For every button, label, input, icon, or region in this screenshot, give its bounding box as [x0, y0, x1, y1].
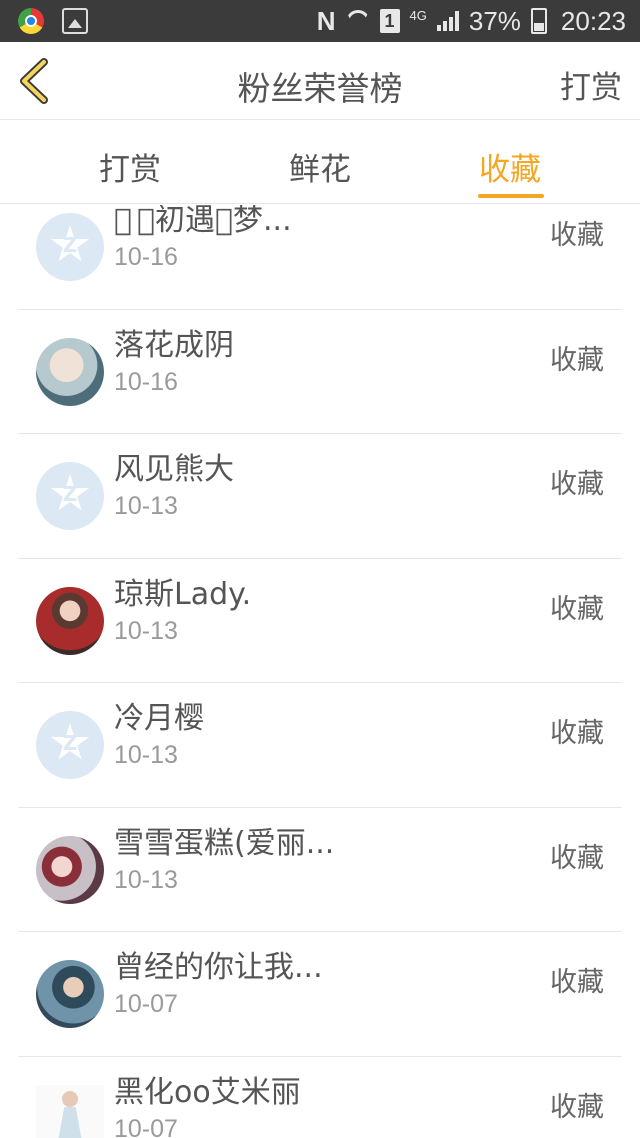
- gallery-icon: [62, 8, 88, 34]
- avatar: [36, 337, 104, 406]
- fan-list[interactable]:    初遇 梦... 10-16 收藏 落花成阴 10-16 收藏 风见熊大 1…: [0, 205, 640, 1138]
- date: 10-13: [114, 616, 178, 645]
- avatar: [36, 960, 104, 1028]
- user-name: 落花成阴: [114, 327, 234, 363]
- chrome-icon: [18, 8, 44, 34]
- avatar: [36, 586, 104, 655]
- user-name: 雪雪蛋糕(爱丽...: [114, 825, 335, 861]
- list-item[interactable]:    初遇 梦... 10-16 收藏: [18, 205, 622, 310]
- reward-button[interactable]: 打赏: [560, 62, 622, 107]
- favorite-label: 收藏: [550, 593, 604, 625]
- list-item[interactable]: 琼斯Lady. 10-13 收藏: [18, 559, 622, 683]
- user-name: 琼斯Lady.: [114, 576, 252, 612]
- battery-percent: 37%: [468, 5, 521, 36]
- list-item[interactable]: 冷月樱 10-13 收藏: [18, 683, 622, 808]
- list-item[interactable]: 黑化oo艾米丽 10-07 收藏: [18, 1057, 622, 1138]
- user-name:    初遇 梦...: [114, 205, 292, 238]
- clock: 20:23: [560, 5, 626, 36]
- avatar: [36, 1084, 104, 1138]
- status-indicators: N 1 4G 37% 20:23: [317, 0, 626, 42]
- sim-icon: 1: [379, 9, 400, 33]
- tab-reward[interactable]: 打赏: [70, 144, 190, 189]
- favorite-label: 收藏: [550, 967, 604, 998]
- list-item[interactable]: 曾经的你让我... 10-07 收藏: [18, 932, 622, 1057]
- favorite-label: 收藏: [550, 842, 604, 874]
- date: 10-07: [114, 990, 178, 1018]
- favorite-label: 收藏: [550, 469, 604, 500]
- page-title: 粉丝荣誉榜: [237, 69, 403, 108]
- date: 10-16: [114, 243, 178, 271]
- active-tab-indicator: [478, 194, 544, 198]
- favorite-label: 收藏: [550, 718, 604, 749]
- favorite-label: 收藏: [550, 344, 604, 376]
- list-item[interactable]: 落花成阴 10-16 收藏: [18, 310, 622, 434]
- user-name: 冷月樱: [114, 701, 204, 736]
- avatar: [36, 213, 104, 281]
- date: 10-16: [114, 367, 178, 396]
- signal-icon: [436, 11, 459, 31]
- list-item[interactable]: 风见熊大 10-13 收藏: [18, 434, 622, 559]
- status-bar: N 1 4G 37% 20:23: [0, 0, 640, 42]
- favorite-label: 收藏: [550, 220, 604, 251]
- avatar: [36, 462, 104, 530]
- user-name: 风见熊大: [114, 452, 234, 487]
- wifi-icon: [346, 10, 370, 32]
- tab-bar: 打赏 鲜花 收藏: [0, 120, 640, 204]
- nfc-icon: N: [316, 5, 336, 36]
- user-name: 曾经的你让我...: [114, 950, 323, 985]
- network-type: 4G: [409, 8, 427, 23]
- tab-flowers[interactable]: 鲜花: [260, 144, 380, 189]
- date: 10-13: [114, 741, 178, 769]
- avatar: [36, 835, 104, 904]
- user-name: 黑化oo艾米丽: [114, 1074, 301, 1110]
- app-header: 粉丝荣誉榜 打赏: [0, 42, 640, 120]
- date: 10-07: [114, 1114, 178, 1138]
- tab-favorites[interactable]: 收藏: [450, 144, 570, 189]
- battery-icon: [530, 8, 547, 34]
- list-item[interactable]: 雪雪蛋糕(爱丽... 10-13 收藏: [18, 808, 622, 932]
- date: 10-13: [114, 492, 178, 520]
- avatar: [36, 711, 104, 779]
- favorite-label: 收藏: [550, 1091, 604, 1123]
- date: 10-13: [114, 865, 178, 894]
